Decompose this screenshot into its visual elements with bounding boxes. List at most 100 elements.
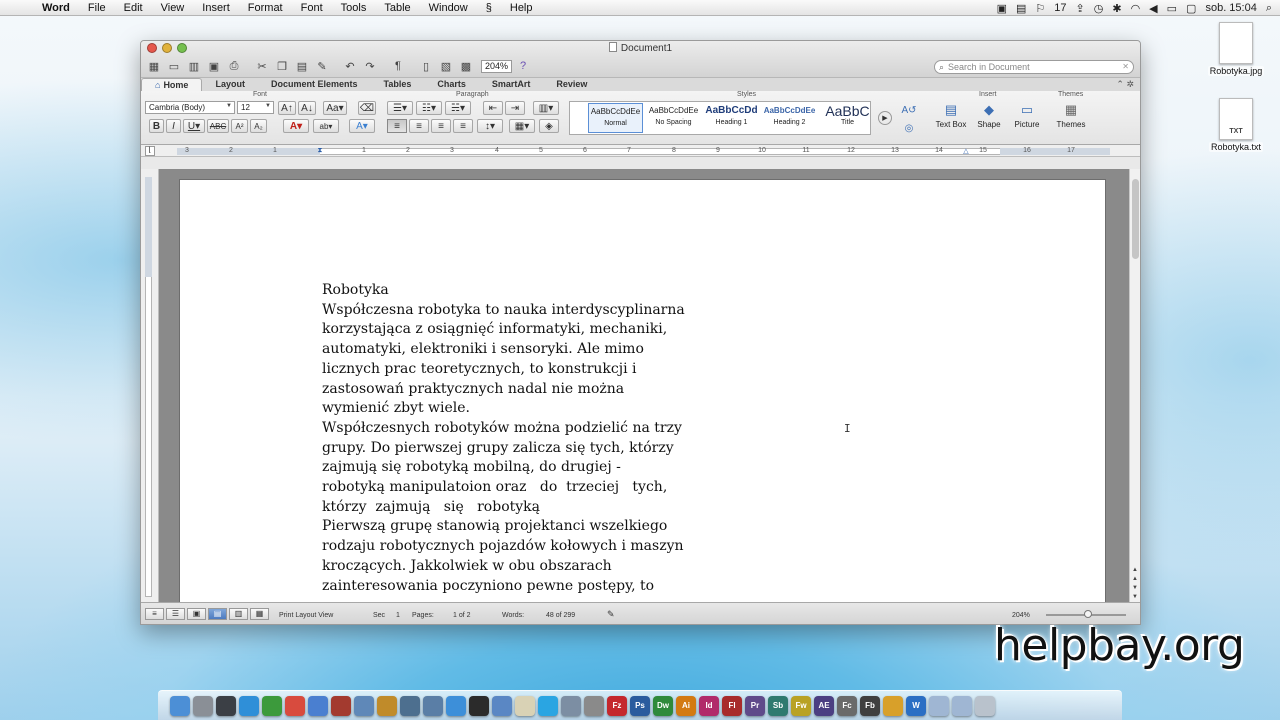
dock-terminal-icon[interactable] xyxy=(469,695,489,716)
script-menu-icon[interactable]: § xyxy=(486,2,492,14)
calendar-status-icon[interactable]: ▤ xyxy=(1016,2,1026,15)
tab-home[interactable]: ⌂ Home xyxy=(141,78,203,91)
highlight-button[interactable]: ab▾ xyxy=(313,119,339,133)
menu-format[interactable]: Format xyxy=(248,2,283,14)
dock-finder-icon[interactable] xyxy=(170,695,190,716)
italic-button[interactable]: I xyxy=(166,119,181,133)
dock-flash-builder-icon[interactable]: Fb xyxy=(860,695,880,716)
menu-table[interactable]: Table xyxy=(384,2,410,14)
publishing-view-button[interactable]: ▣ xyxy=(187,608,206,620)
document-page[interactable]: Robotyka Współczesna robotyka to nauka i… xyxy=(179,179,1106,602)
document-body[interactable]: Robotyka Współczesna robotyka to nauka i… xyxy=(322,281,752,596)
menu-window[interactable]: Window xyxy=(429,2,468,14)
dock-garageband-icon[interactable] xyxy=(377,695,397,716)
paste-icon[interactable]: ▤ xyxy=(293,58,311,74)
text-effects-button[interactable]: A▾ xyxy=(349,119,375,133)
dock-dreamweaver-icon[interactable]: Dw xyxy=(653,695,673,716)
dock-time-machine-icon[interactable] xyxy=(400,695,420,716)
words-value[interactable]: 48 of 299 xyxy=(546,612,575,619)
dock-calendar-icon[interactable] xyxy=(285,695,305,716)
line-spacing-button[interactable]: ↕▾ xyxy=(477,119,503,133)
subscript-button[interactable]: A₂ xyxy=(250,119,267,133)
style-heading-2[interactable]: AaBbCcDdEe Heading 2 xyxy=(762,103,817,133)
notebook-view-button[interactable]: ▥ xyxy=(229,608,248,620)
shape-button[interactable]: ◆ Shape xyxy=(969,102,1009,129)
dock-indesign-icon[interactable]: Id xyxy=(699,695,719,716)
pages-value[interactable]: 1 of 2 xyxy=(453,612,471,619)
multilevel-list-button[interactable]: ☵▾ xyxy=(445,101,471,115)
upload-icon[interactable]: ⇪ xyxy=(1076,2,1085,15)
dock-word-icon[interactable]: W xyxy=(906,695,926,716)
borders-button[interactable]: ▦▾ xyxy=(509,119,535,133)
help-icon[interactable]: ? xyxy=(514,58,532,74)
dock-downloads-folder-icon[interactable] xyxy=(952,695,972,716)
input-source-icon[interactable]: ▢ xyxy=(1186,2,1196,15)
notification-count[interactable]: 17 xyxy=(1054,2,1066,14)
justify-button[interactable]: ≡ xyxy=(453,119,473,133)
numbering-button[interactable]: ☷▾ xyxy=(416,101,442,115)
dock-documents-folder-icon[interactable] xyxy=(929,695,949,716)
sidebar-icon[interactable]: ▯ xyxy=(417,58,435,74)
dock-utilities-icon[interactable] xyxy=(561,695,581,716)
dock-photoshop-icon[interactable]: Ps xyxy=(630,695,650,716)
show-formatting-icon[interactable]: ¶ xyxy=(389,58,407,74)
style-normal[interactable]: AaBbCcDdEe Normal xyxy=(588,103,643,133)
dock-skype-icon[interactable] xyxy=(538,695,558,716)
full-screen-view-button[interactable]: ▦ xyxy=(250,608,269,620)
spotlight-icon[interactable]: ⌕ xyxy=(1266,2,1272,15)
dock-iphoto-icon[interactable] xyxy=(354,695,374,716)
dock-safari-icon[interactable] xyxy=(239,695,259,716)
undo-icon[interactable]: ↶ xyxy=(341,58,359,74)
save-icon[interactable]: ▣ xyxy=(205,58,223,74)
align-center-button[interactable]: ≡ xyxy=(409,119,429,133)
dock-xcode-icon[interactable] xyxy=(423,695,443,716)
menu-font[interactable]: Font xyxy=(301,2,323,14)
dock-trash-icon[interactable] xyxy=(975,695,995,716)
desktop-file-robotyka-jpg[interactable]: Robotyka.jpg xyxy=(1196,22,1276,76)
align-right-button[interactable]: ≡ xyxy=(431,119,451,133)
dock-fireworks-icon[interactable]: Fw xyxy=(791,695,811,716)
menu-file[interactable]: File xyxy=(88,2,106,14)
increase-indent-button[interactable]: ⇥ xyxy=(505,101,525,115)
columns-button[interactable]: ▥▾ xyxy=(533,101,559,115)
spelling-check-icon[interactable]: ✎ xyxy=(607,609,615,620)
bold-button[interactable]: B xyxy=(149,119,164,133)
style-heading-1[interactable]: AaBbCcDd Heading 1 xyxy=(704,103,759,133)
font-color-button[interactable]: A▾ xyxy=(283,119,309,133)
font-name-select[interactable]: Cambria (Body) ▼ xyxy=(145,101,235,114)
dock-filezilla-icon[interactable]: Fz xyxy=(607,695,627,716)
wifi-icon[interactable]: ◠ xyxy=(1131,2,1141,15)
zoom-select[interactable]: 204% xyxy=(481,59,513,73)
styles-next-icon[interactable]: ▶ xyxy=(878,111,892,125)
tab-document-elements[interactable]: Document Elements xyxy=(258,78,371,91)
document-proxy-icon[interactable] xyxy=(608,42,617,52)
dock-app-store-icon[interactable] xyxy=(446,695,466,716)
vertical-ruler[interactable] xyxy=(141,169,159,602)
gallery-icon[interactable]: ▦ xyxy=(145,58,163,74)
battery-icon[interactable]: ▭ xyxy=(1167,2,1177,15)
menubar-clock[interactable]: sob. 15:04 xyxy=(1205,2,1256,14)
cut-icon[interactable]: ✂ xyxy=(253,58,271,74)
grow-font-button[interactable]: A↑ xyxy=(278,101,296,115)
underline-button[interactable]: U▾ xyxy=(183,119,205,133)
dock-itunes-icon[interactable] xyxy=(308,695,328,716)
tab-review[interactable]: Review xyxy=(543,78,600,91)
dock-flash-icon[interactable]: Fl xyxy=(722,695,742,716)
format-painter-icon[interactable]: ✎ xyxy=(313,58,331,74)
style-options-icon[interactable]: ◎ xyxy=(899,121,919,135)
picture-button[interactable]: ▭ Picture xyxy=(1007,102,1047,129)
draft-view-button[interactable]: ≡ xyxy=(145,608,164,620)
clear-search-icon[interactable]: ✕ xyxy=(1122,62,1129,71)
dock-illustrator-icon[interactable]: Ai xyxy=(676,695,696,716)
toolbox-icon[interactable]: ▧ xyxy=(437,58,455,74)
font-size-select[interactable]: 12 ▼ xyxy=(237,101,274,114)
menu-app-word[interactable]: Word xyxy=(42,2,70,14)
change-case-button[interactable]: Aa▾ xyxy=(323,101,347,115)
tab-selector-icon[interactable]: ⌊ xyxy=(145,146,155,156)
zoom-slider-knob[interactable] xyxy=(1084,610,1092,618)
manage-styles-icon[interactable]: A↺ xyxy=(899,103,919,117)
superscript-button[interactable]: A² xyxy=(231,119,248,133)
dock-soundbooth-icon[interactable]: Sb xyxy=(768,695,788,716)
copy-icon[interactable]: ❐ xyxy=(273,58,291,74)
text-box-button[interactable]: ▤ Text Box xyxy=(931,102,971,129)
